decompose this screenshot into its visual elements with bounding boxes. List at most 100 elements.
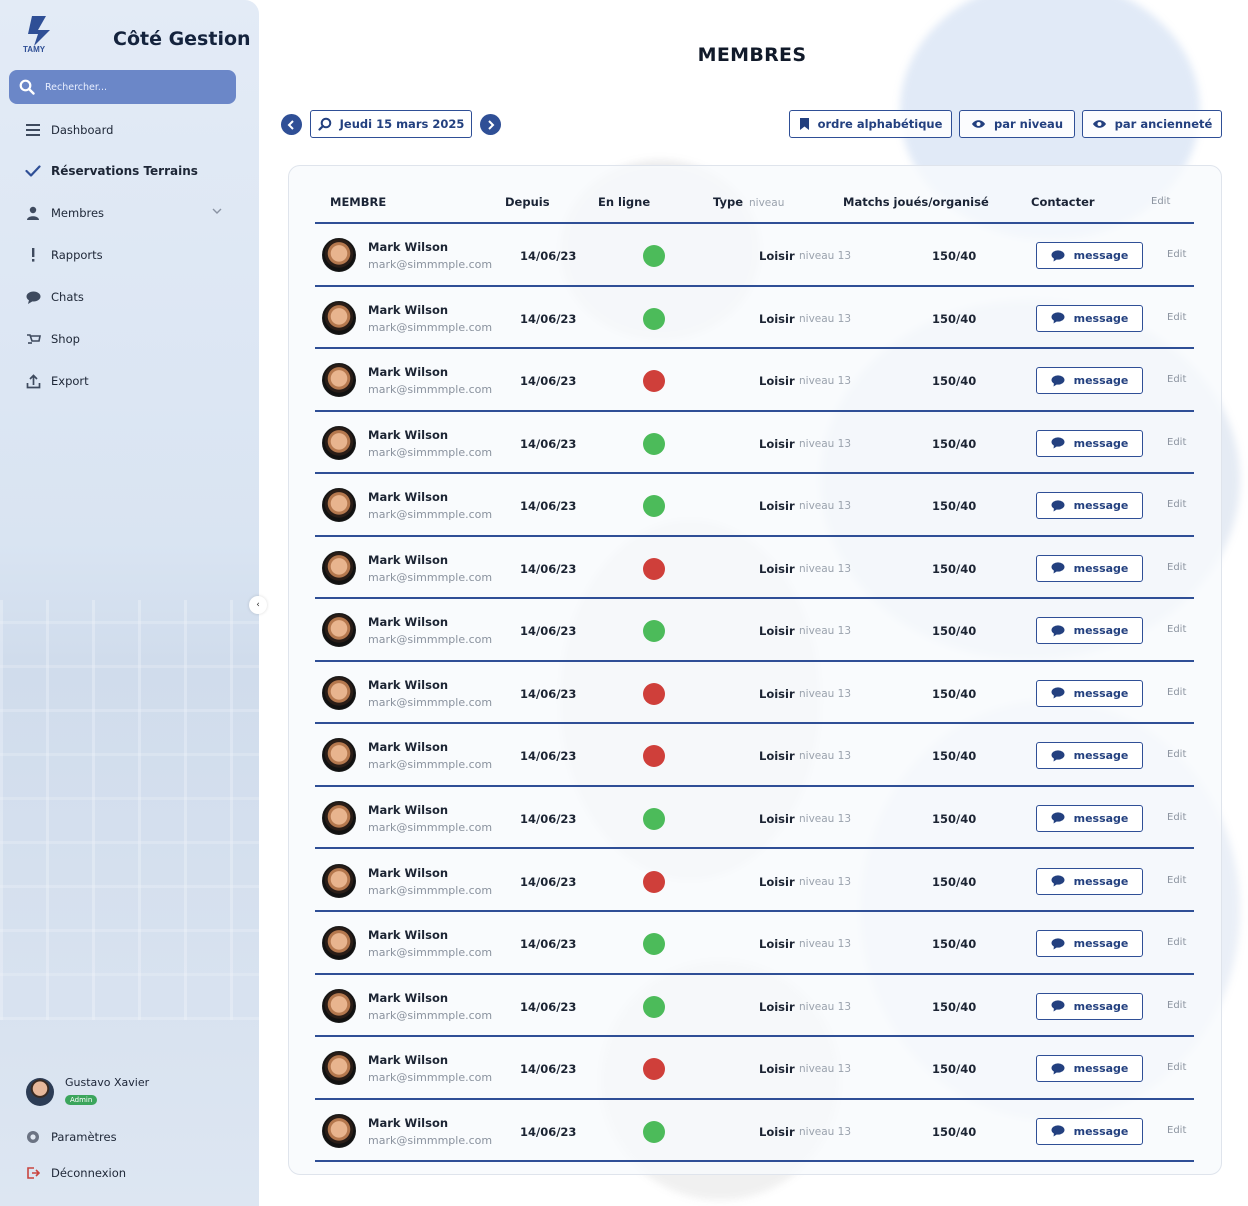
message-button[interactable]: message [1036, 867, 1143, 895]
sort-level-button[interactable]: par niveau [959, 110, 1075, 138]
online-status-dot [643, 432, 665, 455]
member-since: 14/06/23 [520, 624, 577, 639]
user-icon [27, 206, 39, 220]
edit-link[interactable]: Edit [1167, 687, 1186, 698]
message-button[interactable]: message [1036, 1117, 1143, 1145]
message-button[interactable]: message [1036, 804, 1143, 832]
member-name[interactable]: Mark Wilson [368, 615, 448, 629]
member-name[interactable]: Mark Wilson [368, 428, 448, 442]
nav-membres[interactable]: Membres [24, 202, 224, 224]
menu-icon [26, 124, 40, 136]
message-button[interactable]: message [1036, 1055, 1143, 1083]
member-name[interactable]: Mark Wilson [368, 240, 448, 254]
edit-link[interactable]: Edit [1167, 499, 1186, 510]
member-name[interactable]: Mark Wilson [368, 553, 448, 567]
member-level: niveau 13 [799, 250, 852, 262]
member-avatar[interactable] [322, 1113, 356, 1148]
edit-link[interactable]: Edit [1167, 1125, 1186, 1136]
message-button[interactable]: message [1036, 492, 1143, 520]
message-button[interactable]: message [1036, 992, 1143, 1020]
online-status-dot [643, 807, 665, 830]
member-type: Loisir [759, 561, 795, 576]
edit-link[interactable]: Edit [1167, 312, 1186, 323]
nav-chats[interactable]: Chats [24, 286, 224, 308]
message-button[interactable]: message [1036, 242, 1143, 269]
member-avatar[interactable] [322, 675, 356, 710]
member-since: 14/06/23 [520, 374, 577, 389]
member-avatar[interactable] [322, 363, 356, 398]
search-bar[interactable] [9, 70, 236, 104]
message-button[interactable]: message [1036, 930, 1143, 958]
member-name[interactable]: Mark Wilson [368, 678, 448, 692]
member-name[interactable]: Mark Wilson [368, 1053, 448, 1067]
logout-icon [27, 1167, 40, 1179]
member-avatar[interactable] [322, 300, 356, 335]
member-name[interactable]: Mark Wilson [368, 1116, 448, 1130]
member-name[interactable]: Mark Wilson [368, 365, 448, 379]
nav-parametres[interactable]: Paramètres [24, 1126, 224, 1148]
member-avatar[interactable] [322, 425, 356, 460]
date-picker-button[interactable]: Jeudi 15 mars 2025 [310, 110, 472, 138]
member-name[interactable]: Mark Wilson [368, 740, 448, 754]
member-level: niveau 13 [799, 437, 852, 450]
edit-link[interactable]: Edit [1167, 1062, 1186, 1073]
edit-link[interactable]: Edit [1167, 812, 1186, 823]
message-button[interactable]: message [1036, 554, 1143, 582]
member-avatar[interactable] [322, 800, 356, 835]
edit-link[interactable]: Edit [1167, 562, 1186, 573]
nav-shop[interactable]: Shop [24, 328, 224, 350]
edit-link[interactable]: Edit [1167, 875, 1186, 886]
member-avatar[interactable] [322, 613, 356, 648]
edit-link[interactable]: Edit [1167, 437, 1186, 448]
user-avatar[interactable] [26, 1078, 54, 1106]
sort-alphabetical-button[interactable]: ordre alphabétique [789, 110, 952, 138]
edit-link[interactable]: Edit [1167, 249, 1186, 260]
sidebar-collapse-toggle[interactable]: ‹ [249, 596, 267, 614]
member-avatar[interactable] [322, 988, 356, 1023]
edit-link[interactable]: Edit [1167, 624, 1186, 635]
message-button[interactable]: message [1036, 679, 1143, 707]
search-input[interactable] [45, 81, 215, 93]
chevron-down-icon[interactable] [212, 207, 222, 215]
message-button[interactable]: message [1036, 367, 1143, 395]
table-row: Mark Wilson mark@simmmple.com 14/06/23 Lois… [315, 224, 1194, 287]
member-avatar[interactable] [322, 863, 356, 898]
member-name[interactable]: Mark Wilson [368, 866, 448, 880]
message-button[interactable]: message [1036, 617, 1143, 645]
member-name[interactable]: Mark Wilson [368, 303, 448, 317]
message-button[interactable]: message [1036, 304, 1143, 332]
nav-rapports[interactable]: Rapports [24, 244, 224, 266]
nav-label-dashboard: Dashboard [51, 123, 114, 137]
member-avatar[interactable] [322, 738, 356, 773]
edit-link[interactable]: Edit [1167, 937, 1186, 948]
message-button[interactable]: message [1036, 429, 1143, 457]
edit-link[interactable]: Edit [1167, 374, 1186, 385]
sort-seniority-button[interactable]: par ancienneté [1082, 110, 1222, 138]
online-status-dot [643, 495, 665, 518]
message-button-label: message [1073, 937, 1129, 951]
nav-export[interactable]: Export [24, 370, 224, 392]
nav-reservations-terrains[interactable]: Réservations Terrains [24, 160, 224, 182]
member-avatar[interactable] [322, 926, 356, 961]
member-name[interactable]: Mark Wilson [368, 490, 448, 504]
previous-date-button[interactable] [281, 114, 302, 135]
next-date-button[interactable] [480, 114, 501, 135]
member-avatar[interactable] [322, 238, 356, 272]
member-avatar[interactable] [322, 550, 356, 585]
member-name[interactable]: Mark Wilson [368, 803, 448, 817]
sort-level-label: par niveau [993, 117, 1064, 131]
message-button-label: message [1073, 561, 1129, 575]
member-name[interactable]: Mark Wilson [368, 928, 448, 942]
member-avatar[interactable] [322, 488, 356, 523]
member-level: niveau 13 [799, 1000, 852, 1013]
edit-link[interactable]: Edit [1167, 1000, 1186, 1011]
member-name[interactable]: Mark Wilson [368, 991, 448, 1005]
header-member: MEMBRE [330, 195, 387, 209]
edit-link[interactable]: Edit [1167, 749, 1186, 760]
nav-dashboard[interactable]: Dashboard [24, 119, 224, 141]
nav-deconnexion[interactable]: Déconnexion [24, 1162, 224, 1184]
online-status-dot [643, 307, 665, 330]
message-button[interactable]: message [1036, 742, 1143, 770]
member-avatar[interactable] [322, 1051, 356, 1086]
member-email: mark@simmmple.com [368, 570, 493, 584]
